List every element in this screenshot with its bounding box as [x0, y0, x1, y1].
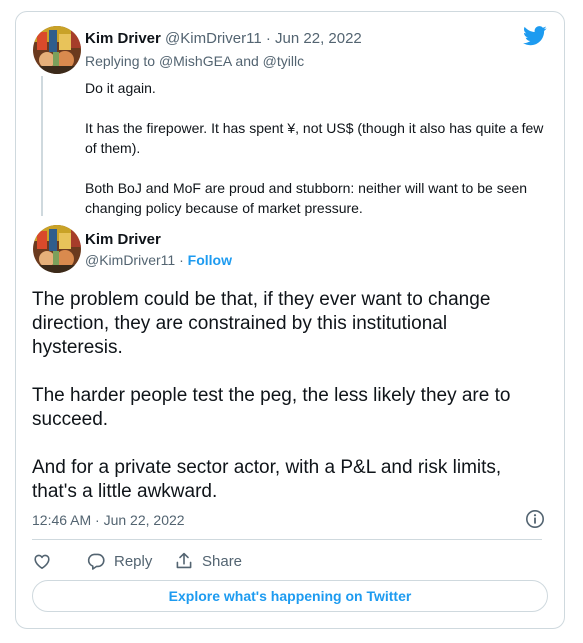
reply-bubble-icon	[87, 553, 105, 570]
reply-paragraph: It has the firepower. It has spent ¥, no…	[85, 120, 544, 156]
info-icon[interactable]	[525, 509, 545, 529]
heart-icon	[34, 554, 50, 569]
mention-mishgea[interactable]: @MishGEA	[159, 53, 232, 69]
reply-header: Kim Driver @KimDriver11 · Jun 22, 2022	[85, 30, 362, 47]
like-button[interactable]	[32, 549, 52, 573]
main-author-avatar[interactable]	[33, 225, 81, 273]
main-author-handle[interactable]: @KimDriver11	[85, 252, 175, 268]
share-button[interactable]: Share	[174, 549, 242, 573]
reply-label: Reply	[114, 552, 153, 570]
main-paragraph: And for a private sector actor, with a P…	[32, 457, 502, 502]
main-paragraph: The harder people test the peg, the less…	[32, 385, 511, 430]
replying-prefix: Replying to	[85, 53, 156, 69]
main-separator: ·	[179, 252, 184, 268]
main-handle-row: @KimDriver11 · Follow	[85, 252, 232, 268]
reply-date[interactable]: Jun 22, 2022	[275, 30, 362, 47]
explore-twitter-button[interactable]: Explore what's happening on Twitter	[32, 580, 548, 612]
reply-button[interactable]: Reply	[86, 549, 152, 573]
reply-paragraph: Both BoJ and MoF are proud and stubborn:…	[85, 180, 528, 216]
reply-author-avatar[interactable]	[33, 26, 81, 74]
reply-paragraph: Do it again.	[85, 80, 156, 96]
reply-author-name[interactable]: Kim Driver	[85, 30, 161, 47]
reply-author-handle[interactable]: @KimDriver11	[165, 30, 262, 47]
follow-button[interactable]: Follow	[188, 252, 232, 268]
main-tweet-text: The problem could be that, if they ever …	[32, 288, 542, 528]
twitter-bird-icon[interactable]	[523, 26, 547, 46]
reply-tweet-text: Do it again. It has the firepower. It ha…	[85, 78, 545, 238]
tweet-timestamp[interactable]: 12:46 AM · Jun 22, 2022	[32, 512, 185, 528]
mention-join: and	[235, 53, 259, 69]
reply-separator: ·	[265, 30, 271, 47]
main-author-name[interactable]: Kim Driver	[85, 231, 161, 248]
actions-divider	[32, 539, 542, 540]
thread-connector-line	[41, 76, 43, 216]
main-paragraph: The problem could be that, if they ever …	[32, 289, 491, 358]
share-label: Share	[202, 552, 243, 570]
replying-to-line: Replying to @MishGEA and @tyillc	[85, 53, 304, 69]
share-icon	[176, 552, 192, 569]
mention-tyillc[interactable]: @tyillc	[263, 53, 304, 69]
